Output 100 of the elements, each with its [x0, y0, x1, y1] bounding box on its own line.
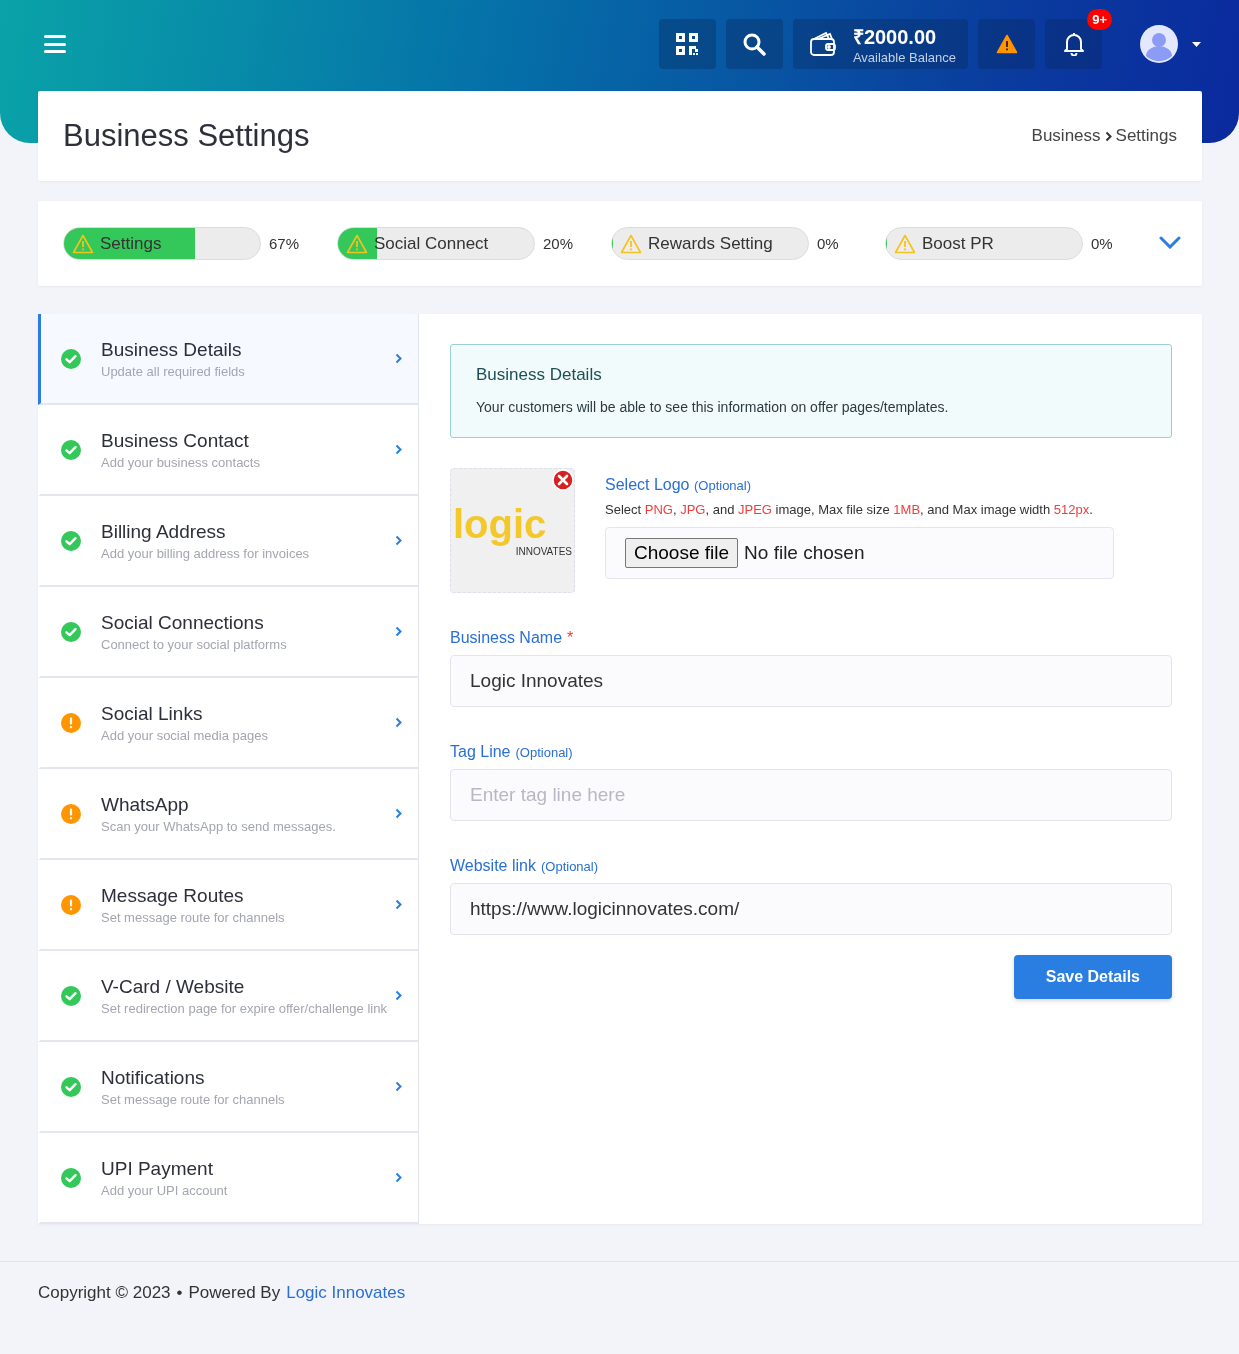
optional-note: (Optional): [693, 478, 752, 493]
separator-dot: •: [176, 1283, 183, 1303]
menu-icon[interactable]: [44, 35, 66, 53]
sidebar-item[interactable]: Billing Address Add your billing address for invoices: [38, 496, 418, 587]
sidebar-item-title: Social Links: [101, 702, 204, 725]
progress-bar[interactable]: Settings: [63, 227, 261, 260]
progress-percent: 0%: [1091, 235, 1114, 252]
chevron-right-icon: [395, 1081, 402, 1092]
sidebar-item-title: UPI Payment: [101, 1157, 214, 1180]
field-label: Tag Line: [450, 743, 511, 761]
warning-icon: [620, 233, 642, 254]
chevron-down-icon: [1159, 235, 1181, 249]
chevron-right-icon: [395, 1172, 402, 1183]
sidebar-item-subtitle: Connect to your social platforms: [101, 636, 288, 652]
sidebar-item[interactable]: Social Connections Connect to your social platforms: [38, 587, 418, 678]
sidebar-item-title: Notifications: [101, 1066, 206, 1089]
alert-button[interactable]: [978, 19, 1035, 69]
chevron-right-icon: [395, 444, 402, 455]
sidebar-item-subtitle: Add your billing address for invoices: [101, 545, 311, 561]
sidebar-item[interactable]: Notifications Set message route for channels: [38, 1042, 418, 1133]
sidebar-item[interactable]: V-Card / Website Set redirection page for expire offer/challenge link: [38, 951, 418, 1042]
input-field[interactable]: Logic Innovates: [450, 655, 1172, 707]
chevron-right-icon: [395, 808, 402, 819]
caret-icon: [1192, 41, 1201, 47]
chevron-right-icon: [395, 990, 402, 1001]
field-label: Website link: [450, 857, 536, 875]
warning-icon: [346, 233, 368, 254]
sidebar-item-subtitle: Add your social media pages: [101, 727, 269, 743]
sidebar-item-subtitle: Set message route for channels: [101, 1091, 286, 1107]
progress-percent: 20%: [543, 235, 573, 252]
sidebar-item-title: Message Routes: [101, 884, 245, 907]
field-label: Business Name: [450, 629, 563, 647]
footer-link[interactable]: Logic Innovates: [286, 1283, 406, 1303]
chevron-right-icon: [395, 899, 402, 910]
input-field[interactable]: Enter tag line here: [450, 769, 1172, 821]
sidebar-item-title: WhatsApp: [101, 793, 190, 816]
qr-code-button[interactable]: [658, 19, 716, 69]
remove-icon[interactable]: [552, 469, 574, 491]
powered-by-text: Powered By: [188, 1283, 281, 1303]
search-button[interactable]: [725, 19, 783, 69]
progress-percent: 0%: [817, 235, 840, 252]
breadcrumb-item: Settings: [1115, 126, 1177, 146]
sidebar-item[interactable]: Business Contact Add your business contacts: [38, 405, 418, 496]
progress-bar[interactable]: Rewards Setting: [611, 227, 809, 260]
file-status: No file chosen: [744, 542, 865, 564]
info-title: Business Details: [476, 365, 603, 385]
qr-code-icon: [676, 33, 699, 55]
sidebar-item-subtitle: Scan your WhatsApp to send messages.: [101, 818, 337, 834]
chevron-right-icon: [1104, 130, 1112, 142]
progress-label: Rewards Setting: [648, 233, 773, 254]
progress-bar[interactable]: Boost PR: [885, 227, 1083, 260]
sidebar-item-title: Billing Address: [101, 520, 227, 543]
breadcrumb-item[interactable]: Business: [1031, 126, 1101, 146]
avatar-icon: [1140, 25, 1178, 63]
search-icon: [742, 32, 767, 56]
wallet-icon: [808, 31, 837, 57]
copyright-text: Copyright © 2023: [38, 1283, 171, 1303]
sidebar-item-subtitle: Update all required fields: [101, 363, 246, 379]
chevron-right-icon: [395, 535, 402, 546]
optional-note: (Optional): [515, 745, 573, 760]
sidebar-item-title: Social Connections: [101, 611, 265, 634]
logo-hint: Select PNG, JPG, and JPEG image, Max file size 1MB, and Max image width 512px.: [605, 502, 1094, 517]
warning-icon: [995, 34, 1018, 54]
wallet-balance-button[interactable]: ₹2000.00 Available Balance: [792, 19, 968, 69]
warning-icon: [72, 233, 94, 254]
chevron-right-icon: [395, 626, 402, 637]
user-menu[interactable]: [1140, 25, 1201, 63]
page-title: Business Settings: [63, 118, 310, 154]
chevron-right-icon: [395, 717, 402, 728]
sidebar-item[interactable]: Social Links Add your social media pages: [38, 678, 418, 769]
sidebar-item-title: V-Card / Website: [101, 975, 246, 998]
info-text: Your customers will be able to see this information on offer pages/templates.: [476, 399, 950, 415]
sidebar-item[interactable]: Business Details Update all required fields: [38, 314, 418, 405]
input-field[interactable]: https://www.logicinnovates.com/: [450, 883, 1172, 935]
sidebar-item-subtitle: Set message route for channels: [101, 909, 286, 925]
sidebar-item-subtitle: Add your business contacts: [101, 454, 261, 470]
warning-icon: [894, 233, 916, 254]
sidebar-item[interactable]: UPI Payment Add your UPI account: [38, 1133, 418, 1224]
bell-icon: [1062, 32, 1085, 56]
logo-label: Select Logo: [605, 476, 690, 493]
save-button[interactable]: Save Details: [1013, 955, 1172, 999]
balance-amount: ₹2000.00: [852, 25, 938, 50]
sidebar-item-title: Business Details: [101, 338, 243, 361]
chevron-right-icon: [395, 353, 402, 364]
sidebar-item-title: Business Contact: [101, 429, 250, 452]
logo-wordmark: logic: [453, 504, 548, 544]
optional-note: (Optional): [540, 859, 599, 874]
sidebar-item[interactable]: WhatsApp Scan your WhatsApp to send messages.: [38, 769, 418, 860]
sidebar-item-subtitle: Add your UPI account: [101, 1182, 229, 1198]
progress-label: Boost PR: [922, 233, 994, 254]
progress-percent: 67%: [269, 235, 299, 252]
sidebar-item[interactable]: Message Routes Set message route for channels: [38, 860, 418, 951]
expand-button[interactable]: [1159, 235, 1181, 252]
notification-count: 9+: [1087, 9, 1112, 30]
file-input[interactable]: Choose file No file chosen: [605, 527, 1114, 579]
choose-file-button[interactable]: Choose file: [625, 538, 739, 568]
balance-label: Available Balance: [852, 50, 956, 65]
required-mark: *: [567, 629, 574, 647]
progress-label: Settings: [100, 233, 162, 254]
sidebar-item-subtitle: Set redirection page for expire offer/challenge link: [101, 1000, 388, 1016]
